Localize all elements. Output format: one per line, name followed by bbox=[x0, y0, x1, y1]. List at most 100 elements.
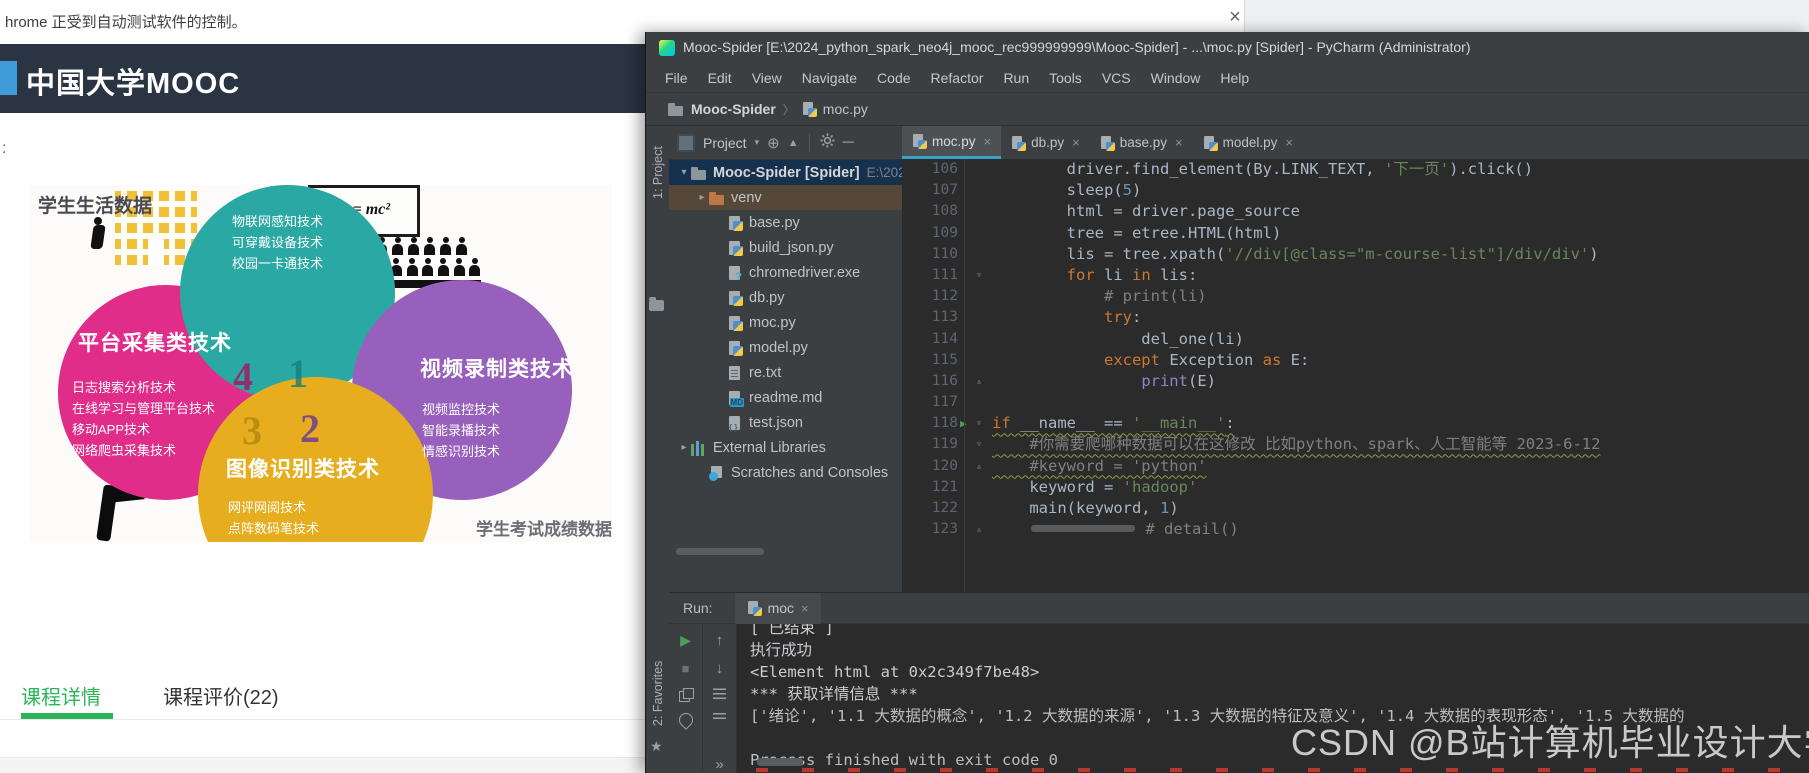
menu-item-code[interactable]: Code bbox=[868, 67, 919, 89]
hide-panel-icon[interactable]: ─ bbox=[843, 134, 854, 152]
chevron-down-icon[interactable]: ▾ bbox=[755, 137, 760, 148]
close-icon[interactable]: × bbox=[1285, 135, 1293, 150]
expand-arrow-icon[interactable]: ▸ bbox=[677, 442, 691, 453]
menu-item-view[interactable]: View bbox=[743, 67, 791, 89]
code-text: #keyword = 'python' bbox=[992, 456, 1809, 477]
menu-item-refactor[interactable]: Refactor bbox=[922, 67, 993, 89]
tree-item-chromedriver.exe[interactable]: chromedriver.exe bbox=[669, 260, 902, 285]
editor-tab-moc.py[interactable]: moc.py× bbox=[902, 126, 1001, 159]
close-icon[interactable]: × bbox=[801, 601, 809, 616]
circle-items-purple: 视频监控技术智能录播技术情感识别技术 bbox=[422, 399, 500, 462]
menu-item-window[interactable]: Window bbox=[1142, 67, 1210, 89]
code-text: driver.find_element(By.LINK_TEXT, '下一页')… bbox=[992, 159, 1809, 180]
fold-column: ▵ bbox=[964, 371, 992, 392]
tree-item-venv[interactable]: ▸venv bbox=[669, 185, 902, 210]
collapse-all-icon[interactable]: ▲ bbox=[788, 137, 799, 149]
expand-arrow-icon[interactable]: ▸ bbox=[695, 192, 709, 203]
tree-item-re.txt[interactable]: re.txt bbox=[669, 360, 902, 385]
soft-wrap-icon[interactable] bbox=[713, 688, 726, 699]
tree-item-label: moc.py bbox=[749, 315, 796, 331]
menu-item-vcs[interactable]: VCS bbox=[1093, 67, 1140, 89]
locate-file-icon[interactable]: ⊕ bbox=[767, 134, 780, 152]
project-toolwindow-icon[interactable] bbox=[649, 300, 664, 311]
editor-tab-model.py[interactable]: model.py× bbox=[1193, 126, 1303, 159]
toolwindow-tab-favorites[interactable]: 2: Favorites bbox=[651, 661, 665, 726]
tree-item-build_json.py[interactable]: build_json.py bbox=[669, 235, 902, 260]
tree-item-label: Mooc-Spider [Spider] bbox=[713, 165, 860, 181]
menu-item-tools[interactable]: Tools bbox=[1040, 67, 1091, 89]
tech-item: 视频监控技术 bbox=[422, 399, 500, 420]
run-tab-moc[interactable]: moc × bbox=[735, 593, 821, 624]
console-line: <Element html at 0x2c349f7be48> bbox=[750, 661, 1809, 683]
editor-tab-db.py[interactable]: db.py× bbox=[1001, 126, 1090, 159]
line-number: 112 bbox=[902, 286, 964, 307]
close-icon[interactable]: × bbox=[984, 134, 992, 149]
fold-marker-icon[interactable]: ▵ bbox=[976, 456, 982, 477]
settings-gear-icon[interactable] bbox=[820, 133, 835, 152]
tree-item-readme.md[interactable]: MDreadme.md bbox=[669, 385, 902, 410]
editor-tab-base.py[interactable]: base.py × bbox=[1090, 126, 1193, 159]
code-text: except Exception as E: bbox=[992, 350, 1809, 371]
code-line-123: 123▵ # detail() bbox=[902, 519, 1809, 540]
editor-tab-label: base.py bbox=[1120, 135, 1167, 150]
tree-item-model.py[interactable]: model.py bbox=[669, 335, 902, 360]
editor-hscrollbar[interactable] bbox=[1031, 525, 1135, 532]
tree-item-mooc-spider[interactable]: ▾ Mooc-Spider [Spider] E:\202 bbox=[669, 160, 902, 185]
breadcrumb-file[interactable]: moc.py bbox=[823, 101, 868, 117]
console-hscrollbar[interactable] bbox=[757, 758, 803, 766]
python-file-icon bbox=[802, 102, 816, 116]
menu-item-help[interactable]: Help bbox=[1211, 67, 1258, 89]
favorites-star-icon[interactable]: ★ bbox=[650, 738, 663, 755]
run-toolbar-console: ↑ ↓ » bbox=[703, 624, 737, 773]
breadcrumb-project[interactable]: Mooc-Spider bbox=[691, 101, 776, 117]
close-icon[interactable]: × bbox=[1072, 135, 1080, 150]
mooc-site-header: 中国大学MOOC bbox=[0, 44, 646, 113]
fold-marker-icon[interactable]: ▵ bbox=[976, 519, 982, 540]
tree-item-path: E:\202 bbox=[867, 165, 902, 180]
python-file-icon bbox=[1100, 136, 1114, 150]
fold-marker-icon[interactable]: ▵ bbox=[976, 371, 982, 392]
scroll-to-end-icon[interactable] bbox=[713, 710, 726, 719]
menu-item-edit[interactable]: Edit bbox=[699, 67, 741, 89]
tree-item-db.py[interactable]: db.py bbox=[669, 285, 902, 310]
down-stack-trace-icon[interactable]: ↓ bbox=[716, 660, 724, 677]
tree-item-external[interactable]: ▸External Libraries bbox=[669, 435, 902, 460]
menu-item-navigate[interactable]: Navigate bbox=[793, 67, 866, 89]
fold-marker-icon[interactable]: ▿ bbox=[976, 413, 982, 434]
navigation-breadcrumb: Mooc-Spider 〉 moc.py bbox=[646, 93, 1809, 126]
pin-tab-icon[interactable] bbox=[676, 710, 696, 730]
tab-course-details[interactable]: 课程详情 bbox=[21, 681, 101, 710]
tree-item-label: Scratches and Consoles bbox=[731, 465, 888, 481]
screen: hrome 正受到自动测试软件的控制。 × 中国大学MOOC : E = mc²… bbox=[0, 0, 1809, 773]
tree-item-moc.py[interactable]: moc.py bbox=[669, 310, 902, 335]
code-text: main(keyword, 1) bbox=[992, 498, 1809, 519]
fold-column bbox=[964, 159, 992, 180]
project-panel-title[interactable]: Project bbox=[703, 135, 747, 151]
rerun-button[interactable]: ▶ bbox=[680, 632, 691, 649]
project-panel-hscrollbar[interactable] bbox=[676, 548, 764, 555]
fold-marker-icon[interactable]: ▿ bbox=[976, 265, 982, 286]
code-editor[interactable]: 106 driver.find_element(By.LINK_TEXT, '下… bbox=[902, 159, 1809, 592]
up-stack-trace-icon[interactable]: ↑ bbox=[716, 632, 724, 649]
tab-course-reviews[interactable]: 课程评价(22) bbox=[163, 681, 279, 710]
expand-arrow-icon[interactable]: ▾ bbox=[677, 167, 691, 178]
toolwindow-tab-project[interactable]: 1: Project bbox=[651, 146, 665, 199]
line-number: 111 bbox=[902, 265, 964, 286]
more-options-icon[interactable]: » bbox=[715, 756, 723, 773]
toolbar-divider bbox=[809, 134, 810, 152]
pycharm-titlebar[interactable]: Mooc-Spider [E:\2024_python_spark_neo4j_… bbox=[646, 32, 1809, 64]
fold-marker-icon[interactable]: ▿ bbox=[976, 434, 982, 455]
tree-item-test.json[interactable]: test.json bbox=[669, 410, 902, 435]
restore-layout-icon[interactable] bbox=[679, 688, 692, 701]
tree-item-scratches[interactable]: Scratches and Consoles bbox=[669, 460, 902, 485]
menu-item-run[interactable]: Run bbox=[994, 67, 1038, 89]
code-text: sleep(5) bbox=[992, 180, 1809, 201]
mooc-brand-title[interactable]: 中国大学MOOC bbox=[26, 60, 240, 102]
menu-item-file[interactable]: File bbox=[656, 67, 697, 89]
stop-button[interactable]: ■ bbox=[682, 661, 690, 676]
project-toolwindow: Project ▾ ⊕ ▲ ─ ▾ Mooc-Spider [Spider] E:\… bbox=[669, 126, 902, 592]
tree-item-label: build_json.py bbox=[749, 240, 834, 256]
tree-item-base.py[interactable]: base.py bbox=[669, 210, 902, 235]
fold-column: ▵ bbox=[964, 519, 992, 540]
close-icon[interactable]: × bbox=[1175, 135, 1183, 150]
